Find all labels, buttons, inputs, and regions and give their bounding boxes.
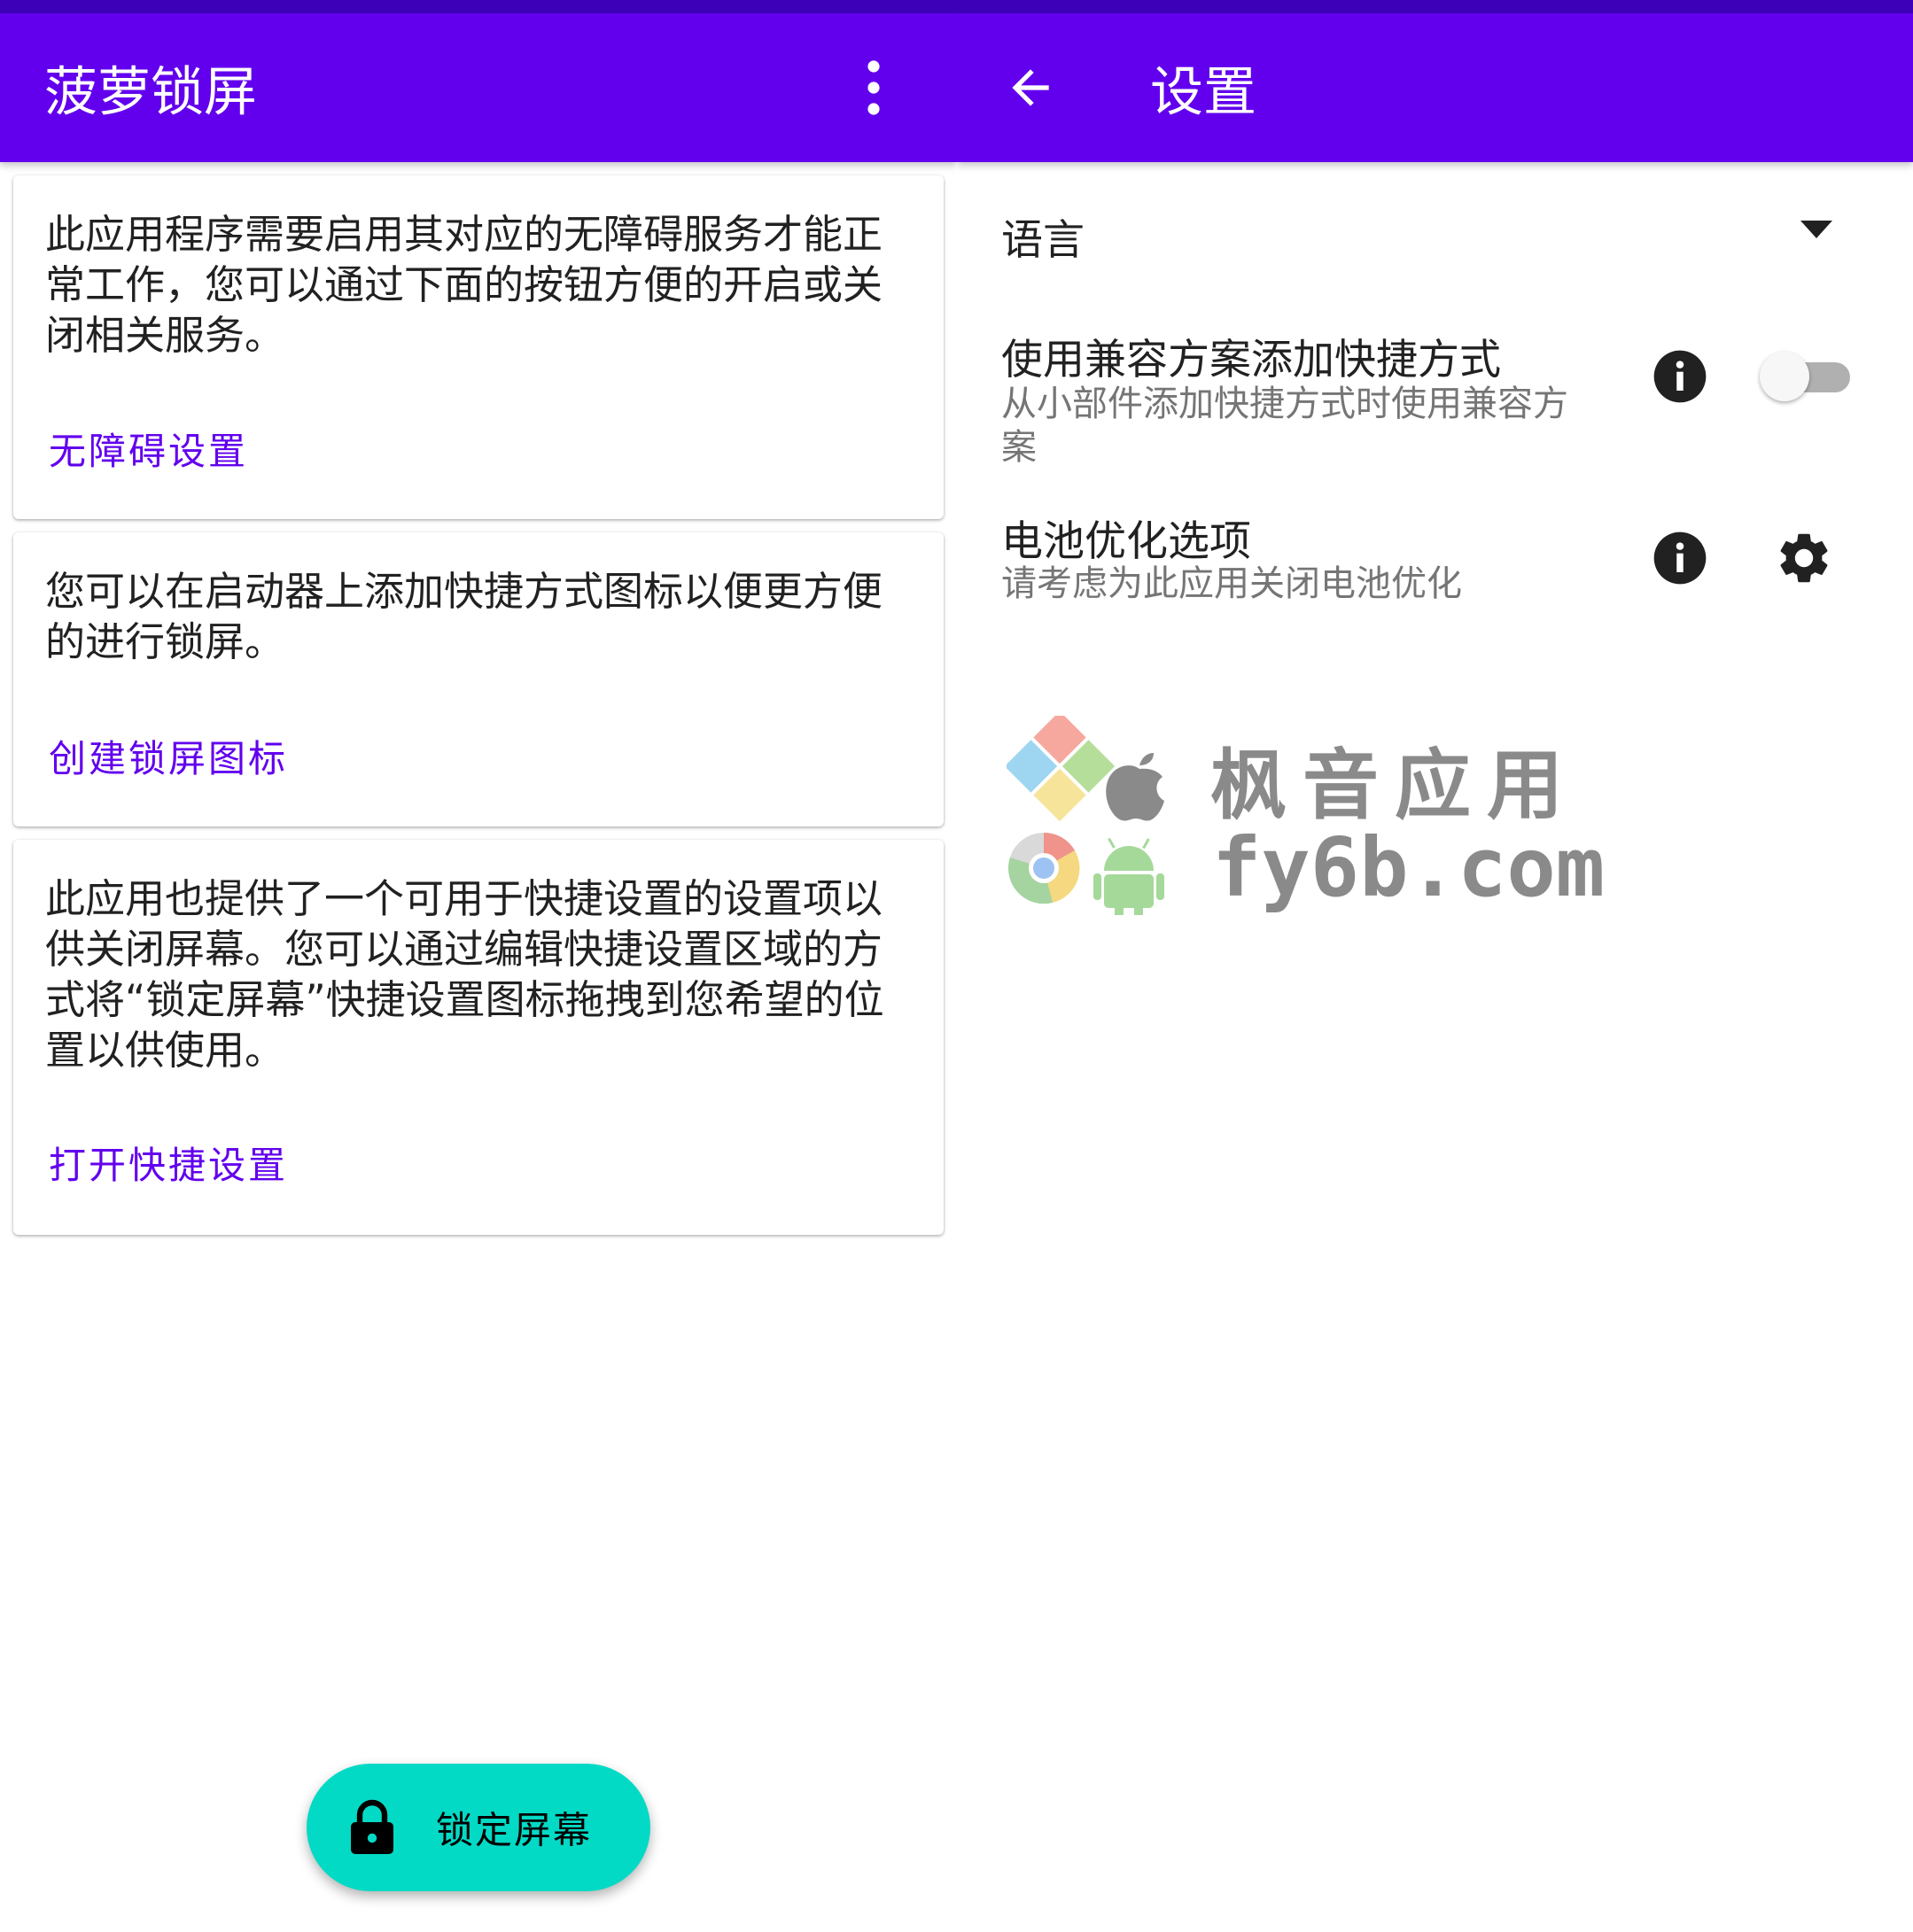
accessibility-settings-button[interactable]: 无障碍设置 (49, 422, 248, 476)
info-icon[interactable] (1652, 530, 1708, 586)
main-screen: 菠萝锁屏 此应用程序需要启用其对应的无障碍服务才能正常工作，您可以通过下面的按钮… (0, 0, 957, 1932)
fab-label: 锁定屏幕 (436, 1808, 593, 1852)
lock-icon (347, 1799, 397, 1856)
shortcut-card: 您可以在启动器上添加快捷方式图标以便更方便的进行锁屏。 创建锁屏图标 (13, 532, 944, 826)
status-bar (957, 0, 1913, 13)
battery-optimization-title: 电池优化选项 (1001, 517, 1251, 566)
card-text: 您可以在启动器上添加快捷方式图标以便更方便的进行锁屏。 (45, 568, 883, 665)
language-preference[interactable]: 语言 (1001, 206, 1085, 267)
status-bar (0, 0, 957, 13)
arrow-back-icon[interactable] (1003, 60, 1058, 115)
watermark: 枫音应用 fy6b.com (1007, 716, 1605, 915)
lock-screen-fab[interactable]: 锁定屏幕 (307, 1764, 650, 1891)
watermark-logo-icon (1007, 716, 1193, 915)
compat-shortcut-toggle[interactable] (1760, 348, 1852, 403)
card-text: 此应用也提供了一个可用于快捷设置的设置项以供关闭屏幕。您可以通过编辑快捷设置区域… (45, 875, 884, 1074)
create-lock-icon-button[interactable]: 创建锁屏图标 (49, 729, 288, 783)
watermark-text-cn: 枫音应用 (1210, 741, 1579, 830)
app-bar: 设置 (957, 13, 1913, 162)
app-bar: 菠萝锁屏 (0, 13, 957, 162)
arrow-drop-down-icon[interactable] (1790, 206, 1843, 249)
info-icon[interactable] (1652, 348, 1708, 405)
accessibility-card: 此应用程序需要启用其对应的无障碍服务才能正常工作，您可以通过下面的按钮方便的开启… (13, 175, 944, 519)
more-vert-icon[interactable] (852, 56, 895, 120)
battery-optimization-summary: 请考虑为此应用关闭电池优化 (1001, 563, 1462, 604)
compat-shortcut-summary: 从小部件添加快捷方式时使用兼容方案 (1001, 384, 1568, 468)
compat-shortcut-title: 使用兼容方案添加快捷方式 (1001, 336, 1501, 384)
watermark-text-url: fy6b.com (1212, 820, 1606, 915)
gear-icon[interactable] (1774, 528, 1834, 588)
toggle-thumb (1760, 352, 1809, 401)
card-text: 此应用程序需要启用其对应的无障碍服务才能正常工作，您可以通过下面的按钮方便的开启… (45, 211, 883, 359)
settings-screen: 设置 语言 使用兼容方案添加快捷方式 从小部件添加快捷方式时使用兼容方案 电池优… (957, 0, 1913, 1932)
settings-title: 设置 (1150, 61, 1256, 124)
app-title: 菠萝锁屏 (44, 61, 257, 124)
open-quick-settings-button[interactable]: 打开快捷设置 (49, 1136, 288, 1190)
quick-settings-card: 此应用也提供了一个可用于快捷设置的设置项以供关闭屏幕。您可以通过编辑快捷设置区域… (13, 840, 944, 1235)
